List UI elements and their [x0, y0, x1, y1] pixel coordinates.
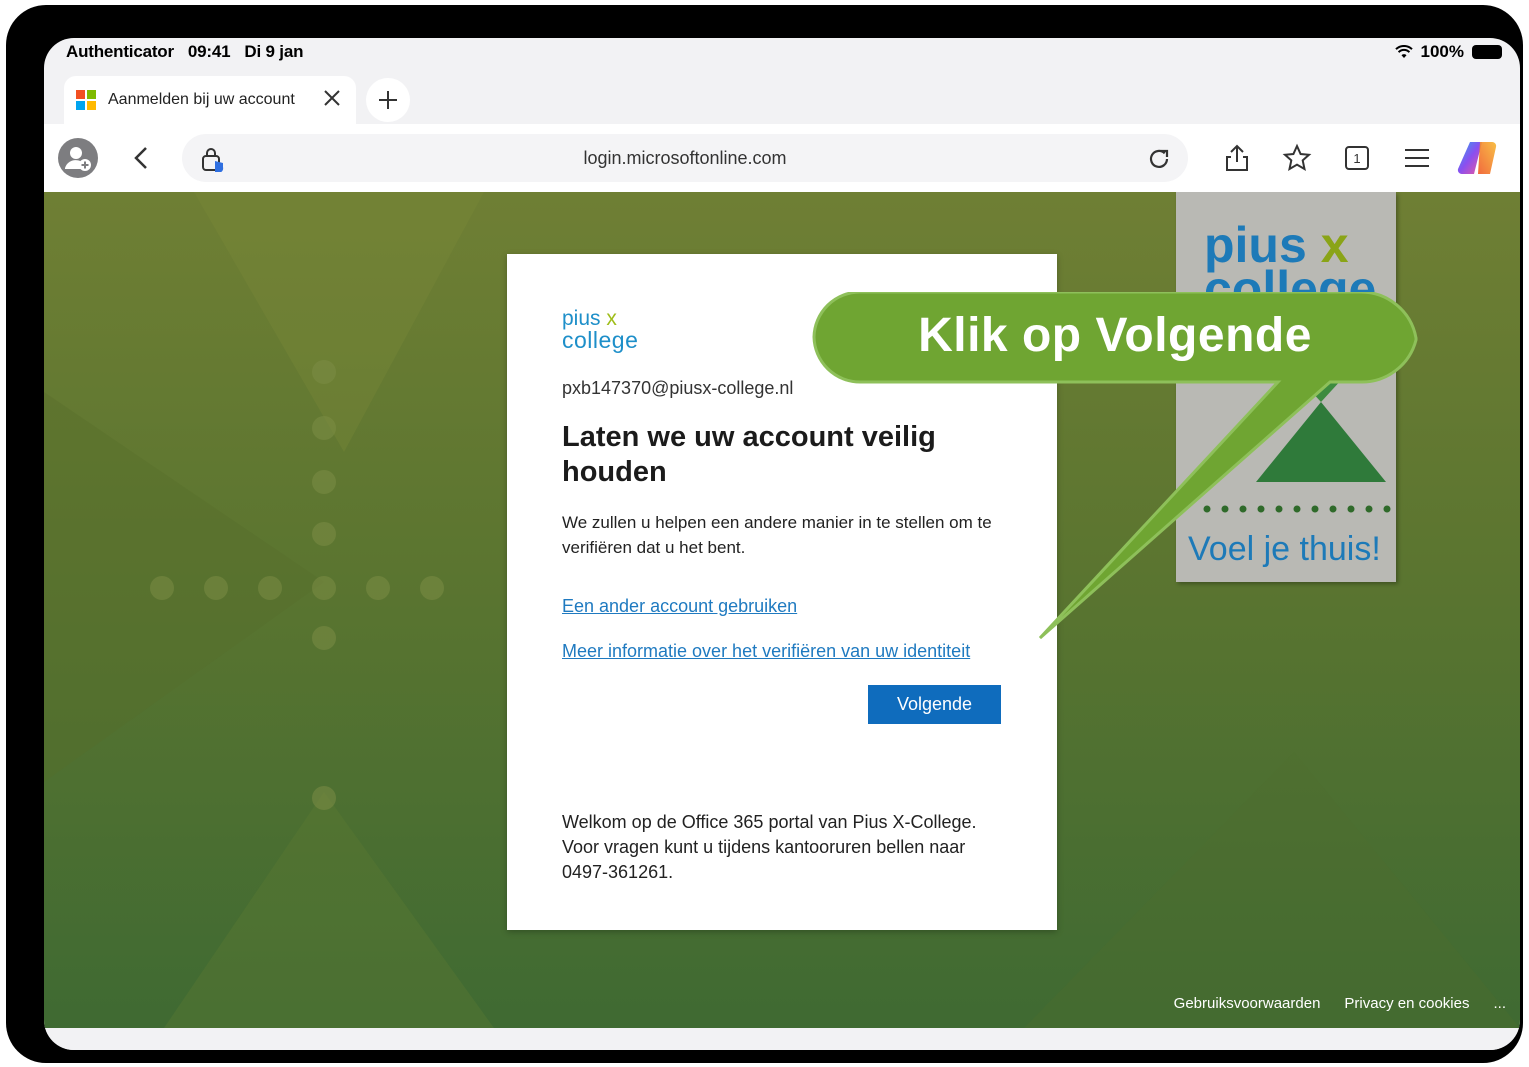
reload-icon[interactable]	[1146, 146, 1172, 172]
more-options-link[interactable]: ...	[1493, 995, 1506, 1012]
copilot-icon[interactable]	[1456, 138, 1498, 178]
battery-icon	[1472, 45, 1502, 59]
microsoft-logo-icon	[76, 90, 96, 110]
device-frame: Authenticator 09:41 Di 9 jan 100% Aanmel…	[6, 5, 1523, 1063]
profile-button[interactable]	[58, 138, 98, 178]
screen: Authenticator 09:41 Di 9 jan 100% Aanmel…	[44, 38, 1520, 1050]
login-page: pius x college Voel je thuis! pius x col…	[44, 192, 1520, 1028]
share-icon[interactable]	[1222, 143, 1252, 173]
ms-logo-green	[87, 90, 96, 99]
tab-title: Aanmelden bij uw account	[108, 91, 295, 108]
menu-icon[interactable]	[1402, 143, 1432, 173]
plus-icon	[379, 91, 397, 109]
status-app-name[interactable]: Authenticator	[66, 42, 174, 62]
status-left: Authenticator 09:41 Di 9 jan	[66, 42, 303, 62]
terms-link[interactable]: Gebruiksvoorwaarden	[1174, 995, 1321, 1012]
back-icon[interactable]	[128, 144, 156, 172]
address-bar[interactable]: login.microsoftonline.com	[182, 134, 1188, 182]
url-text: login.microsoftonline.com	[583, 147, 787, 168]
ms-logo-red	[76, 90, 85, 99]
profile-icon	[65, 147, 91, 171]
ms-logo-yellow	[87, 101, 96, 110]
wifi-icon	[1394, 45, 1413, 58]
callout-text: Klik op Volgende	[918, 309, 1312, 362]
status-time: 09:41	[187, 42, 231, 61]
privacy-link[interactable]: Privacy en cookies	[1344, 995, 1469, 1012]
school-logo-line2: college	[562, 327, 639, 353]
next-button[interactable]: Volgende	[868, 685, 1001, 724]
ms-logo-blue	[76, 101, 85, 110]
welcome-text: Welkom op de Office 365 portal van Pius …	[562, 812, 977, 882]
lock-icon[interactable]	[200, 146, 224, 172]
tabs-icon[interactable]: 1	[1342, 143, 1372, 173]
tab-count: 1	[1353, 151, 1360, 166]
close-icon[interactable]	[320, 86, 344, 110]
status-right: 100%	[1394, 42, 1502, 62]
account-email: pxb147370@piusx-college.nl	[562, 378, 794, 398]
new-tab-button[interactable]	[366, 78, 410, 122]
battery-percentage: 100%	[1420, 42, 1464, 61]
tab-strip: Aanmelden bij uw account	[44, 74, 1520, 124]
footer-links: Gebruiksvoorwaarden Privacy en cookies .…	[1174, 995, 1506, 1012]
browser-toolbar: login.microsoftonline.com 1	[44, 124, 1520, 192]
favorite-icon[interactable]	[1282, 143, 1312, 173]
home-indicator-area	[44, 1028, 1520, 1050]
status-bar: Authenticator 09:41 Di 9 jan 100%	[44, 38, 1520, 68]
tab-active[interactable]: Aanmelden bij uw account	[64, 76, 356, 124]
school-logo-line1: pius x	[562, 308, 617, 329]
use-other-account-link[interactable]: Een ander account gebruiken	[562, 596, 797, 617]
status-date: Di 9 jan	[244, 42, 304, 61]
